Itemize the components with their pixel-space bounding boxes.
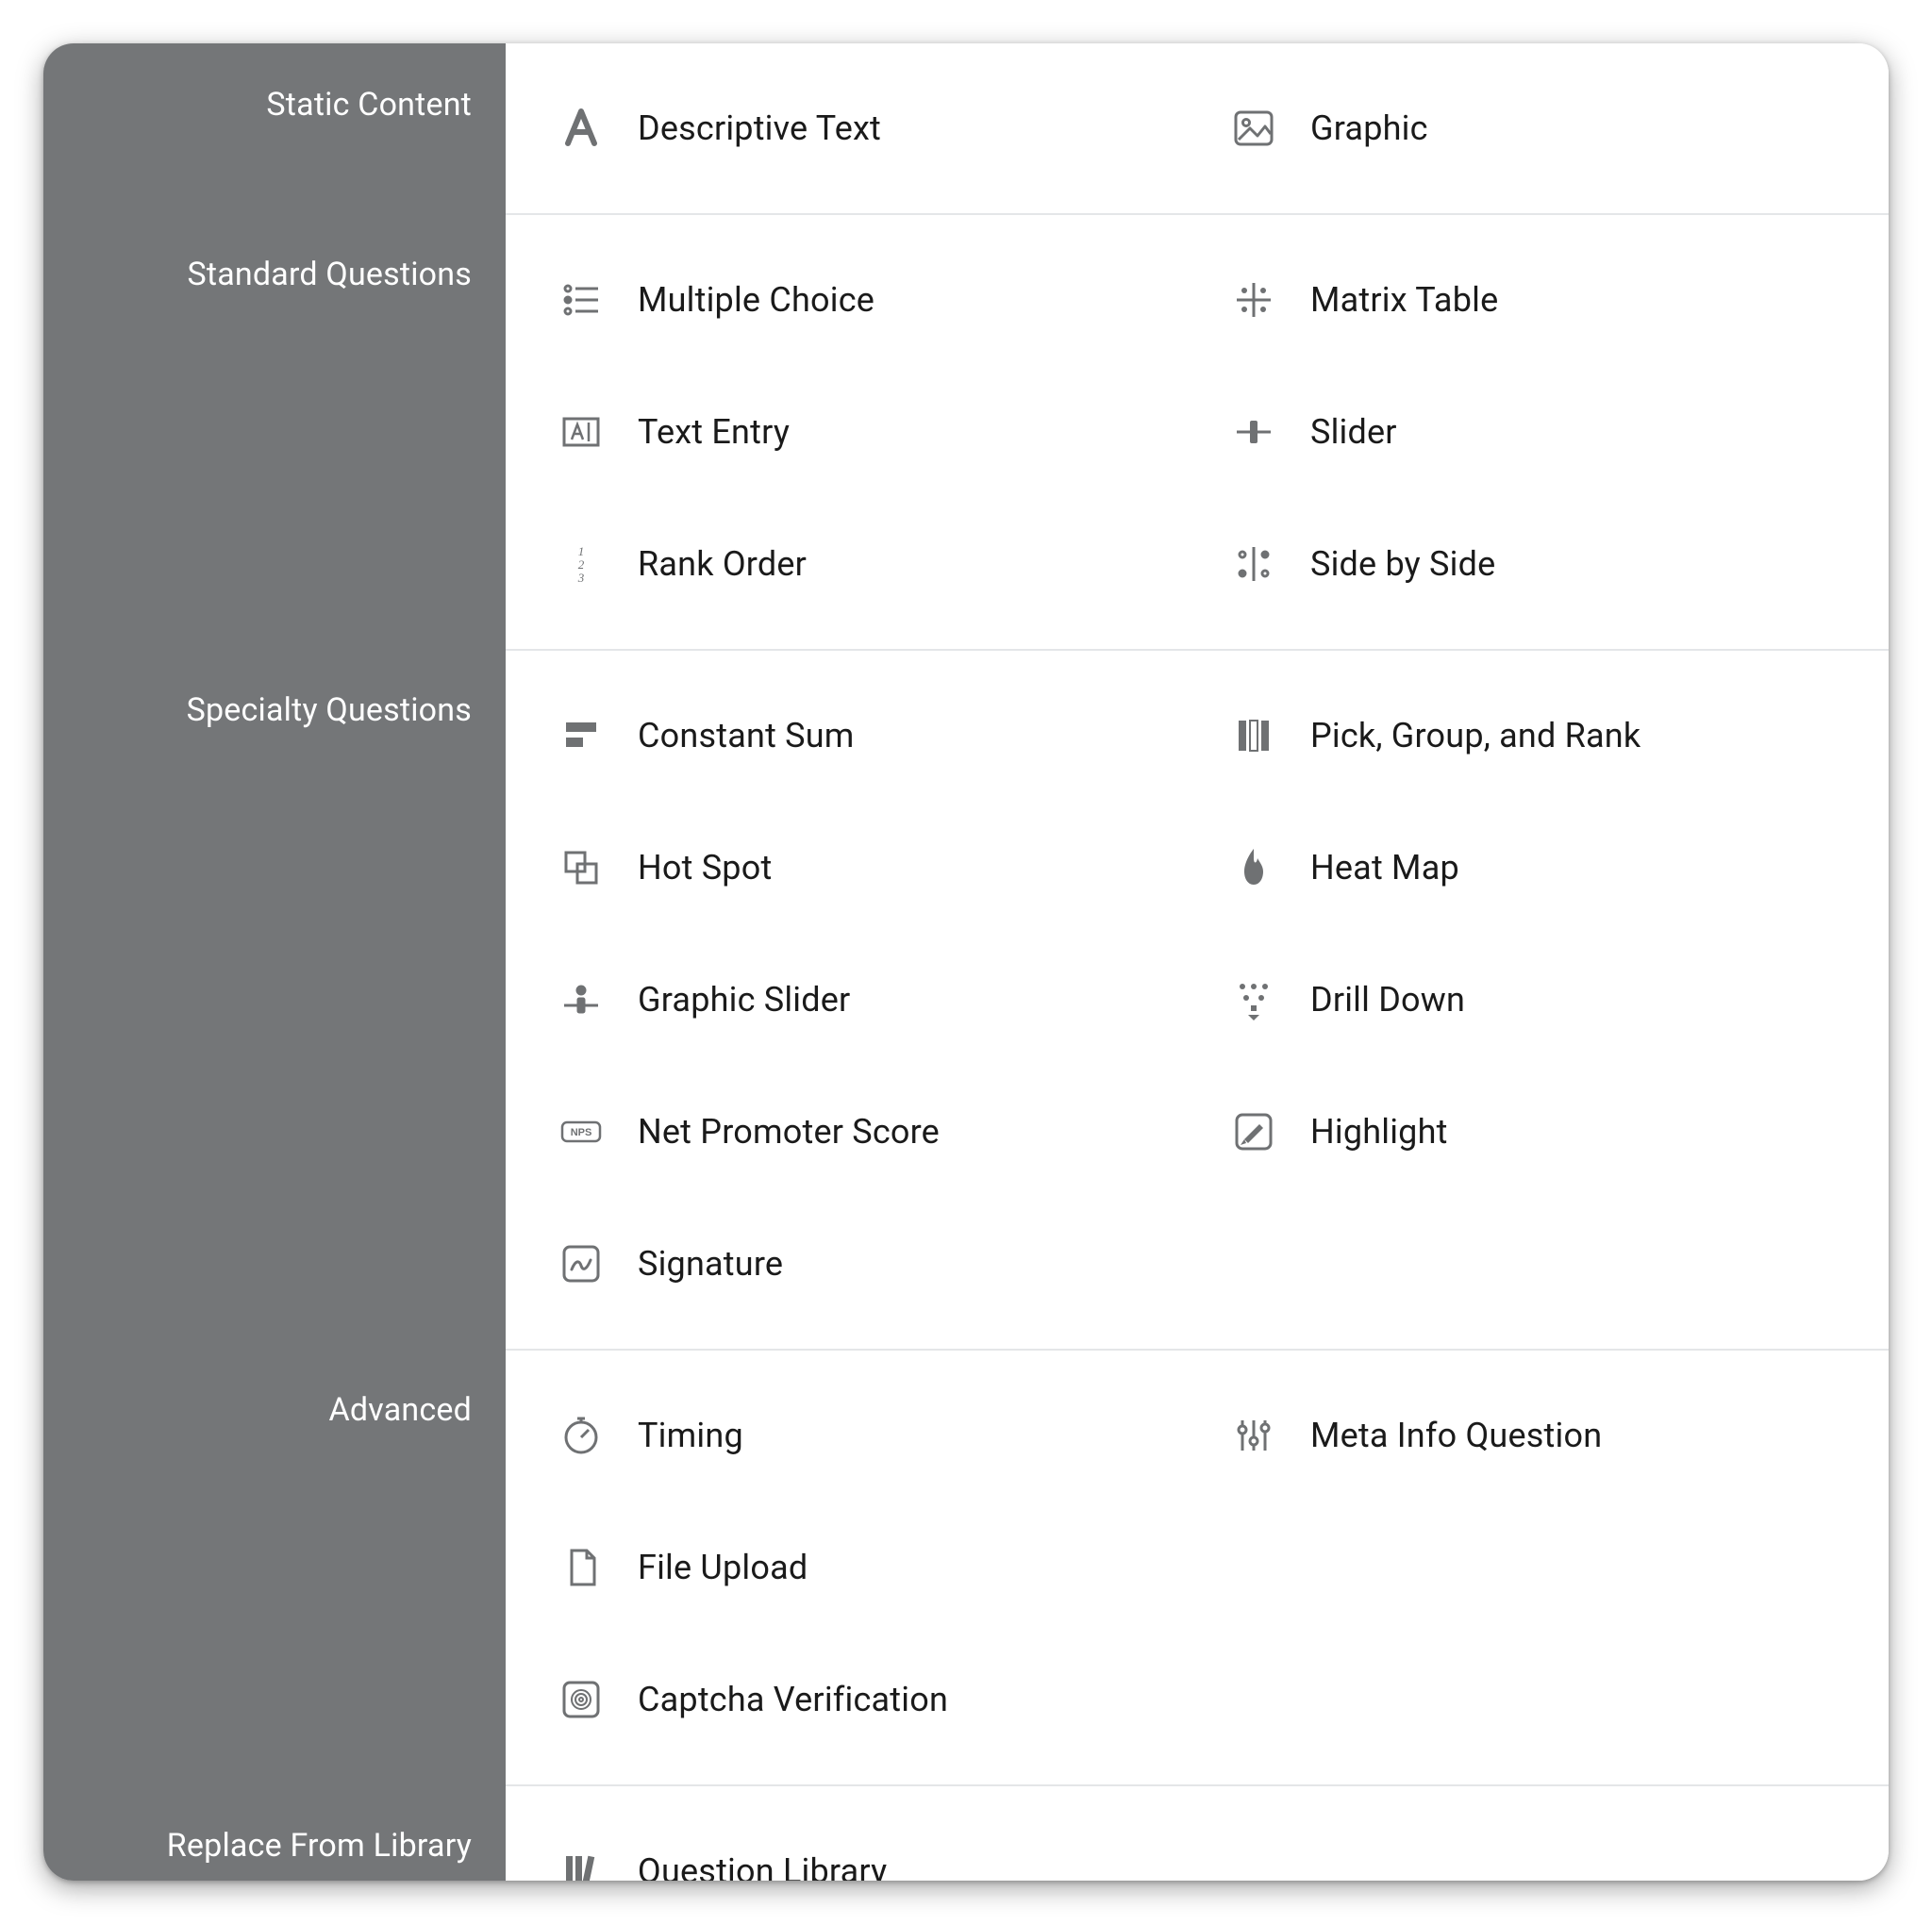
overlap-squares-icon [557,843,606,892]
category-static-content: Static Content [43,43,506,213]
text-box-icon [557,407,606,456]
option-highlight[interactable]: Highlight [1197,1066,1870,1198]
columns-icon [1229,711,1278,760]
option-rank-order[interactable]: 1 2 3 Rank Order [525,498,1197,630]
option-label: Multiple Choice [638,280,874,320]
option-meta-info[interactable]: Meta Info Question [1197,1369,1870,1501]
question-type-picker: Static Content Descriptive Text [43,43,1889,1881]
option-label: Drill Down [1310,980,1465,1020]
option-label: Rank Order [638,544,807,584]
option-question-library[interactable]: Question Library [525,1805,1197,1881]
option-label: Captcha Verification [638,1680,948,1719]
option-hot-spot[interactable]: Hot Spot [525,802,1197,934]
option-text-entry[interactable]: Text Entry [525,366,1197,498]
category-replace-from-library: Replace From Library [43,1784,506,1881]
option-drill-down[interactable]: Drill Down [1197,934,1870,1066]
option-label: Matrix Table [1310,280,1498,320]
fingerprint-icon [557,1675,606,1724]
option-label: Graphic [1310,108,1428,148]
category-standard-questions: Standard Questions [43,213,506,649]
option-signature[interactable]: Signature [525,1198,1197,1330]
option-pick-group-rank[interactable]: Pick, Group, and Rank [1197,670,1870,802]
matrix-icon [1229,275,1278,324]
option-label: Text Entry [638,412,790,452]
option-label: Pick, Group, and Rank [1310,716,1641,755]
option-graphic[interactable]: Graphic [1197,62,1870,194]
option-file-upload[interactable]: File Upload [525,1501,1197,1634]
option-matrix-table[interactable]: Matrix Table [1197,234,1870,366]
option-side-by-side[interactable]: Side by Side [1197,498,1870,630]
image-icon [1229,104,1278,153]
highlighter-icon [1229,1107,1278,1156]
side-by-side-icon [1229,539,1278,589]
option-label: Question Library [638,1851,887,1881]
option-label: Graphic Slider [638,980,850,1020]
sliders-icon [1229,1411,1278,1460]
option-label: Heat Map [1310,848,1459,887]
flame-icon [1229,843,1278,892]
option-graphic-slider[interactable]: Graphic Slider [525,934,1197,1066]
option-slider[interactable]: Slider [1197,366,1870,498]
option-timing[interactable]: Timing [525,1369,1197,1501]
option-heat-map[interactable]: Heat Map [1197,802,1870,934]
bars-icon [557,711,606,760]
stopwatch-icon [557,1411,606,1460]
svg-text:2: 2 [578,557,585,572]
empty-cell [1197,1634,1870,1766]
option-label: Timing [638,1416,743,1455]
graphic-slider-icon [557,975,606,1024]
option-label: File Upload [638,1548,808,1587]
signature-icon [557,1239,606,1288]
option-constant-sum[interactable]: Constant Sum [525,670,1197,802]
drill-down-icon [1229,975,1278,1024]
option-label: Hot Spot [638,848,772,887]
category-specialty-questions: Specialty Questions [43,649,506,1349]
nps-badge-icon: NPS [557,1107,606,1156]
option-label: Highlight [1310,1112,1448,1152]
numbered-list-icon: 1 2 3 [557,539,606,589]
option-label: Net Promoter Score [638,1112,940,1152]
svg-text:1: 1 [578,544,585,558]
empty-cell [1197,1198,1870,1330]
bullet-list-icon [557,275,606,324]
slider-icon [1229,407,1278,456]
option-descriptive-text[interactable]: Descriptive Text [525,62,1197,194]
option-label: Signature [638,1244,783,1284]
svg-text:NPS: NPS [571,1127,592,1138]
category-advanced: Advanced [43,1349,506,1784]
option-label: Constant Sum [638,716,855,755]
empty-cell [1197,1501,1870,1634]
option-captcha[interactable]: Captcha Verification [525,1634,1197,1766]
option-multiple-choice[interactable]: Multiple Choice [525,234,1197,366]
text-a-icon [557,104,606,153]
option-label: Slider [1310,412,1397,452]
option-nps[interactable]: NPS Net Promoter Score [525,1066,1197,1198]
option-label: Meta Info Question [1310,1416,1602,1455]
svg-text:3: 3 [577,571,585,585]
option-label: Descriptive Text [638,108,881,148]
empty-cell [1197,1805,1870,1881]
library-books-icon [557,1847,606,1881]
option-label: Side by Side [1310,544,1495,584]
file-icon [557,1543,606,1592]
